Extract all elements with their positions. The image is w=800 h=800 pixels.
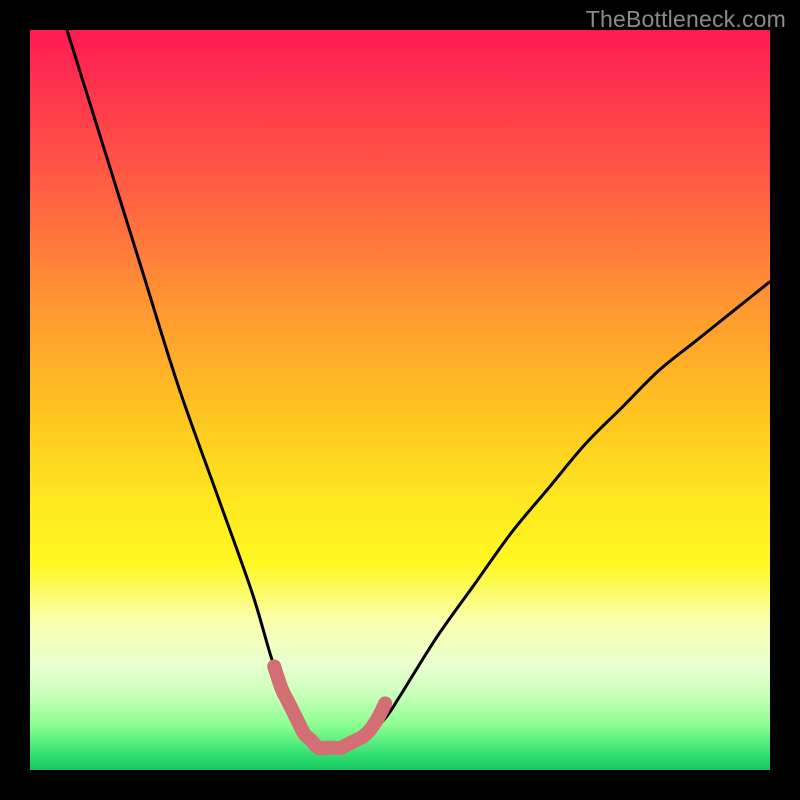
watermark-text: TheBottleneck.com xyxy=(586,6,786,33)
valley-highlight xyxy=(274,666,385,748)
chart-frame: TheBottleneck.com xyxy=(0,0,800,800)
chart-svg xyxy=(30,30,770,770)
chart-plot-area xyxy=(30,30,770,770)
bottleneck-curve xyxy=(67,30,770,749)
